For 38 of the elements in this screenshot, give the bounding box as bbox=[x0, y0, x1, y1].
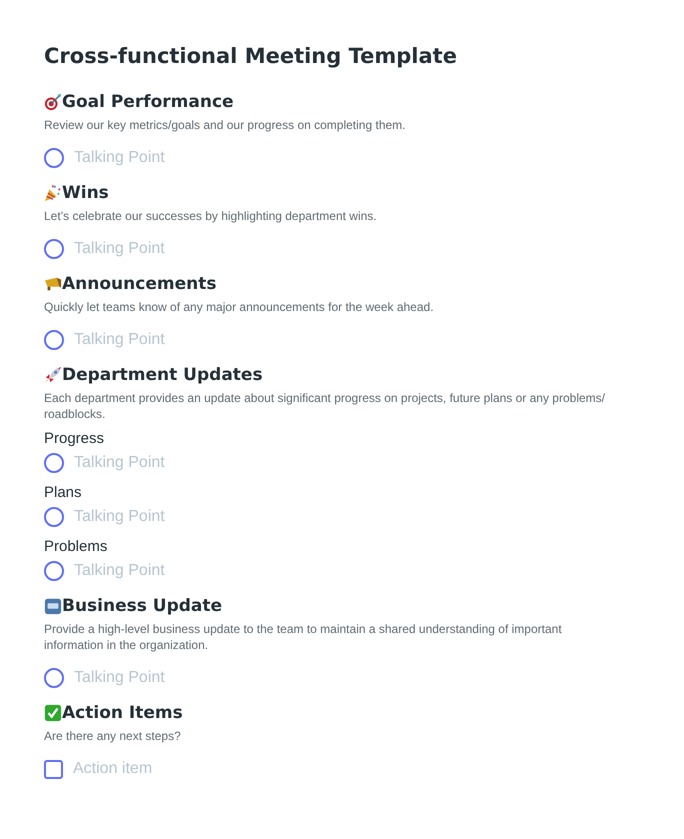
bullet-circle-icon[interactable] bbox=[44, 561, 64, 581]
section-heading: Action Items bbox=[62, 703, 183, 723]
document-title: Cross-functional Meeting Template bbox=[44, 44, 458, 68]
up-badge-icon bbox=[44, 597, 62, 615]
section-description: Review our key metrics/goals and our progress on completing them. bbox=[44, 117, 406, 133]
section-description: Let’s celebrate our successes by highlighting department wins. bbox=[44, 208, 378, 224]
section-description: Are there any next steps? bbox=[44, 728, 182, 744]
section-heading: Business Update bbox=[62, 596, 222, 616]
bullet-circle-icon[interactable] bbox=[44, 668, 64, 688]
section-heading: Wins bbox=[62, 183, 109, 203]
section-heading: Announcements bbox=[62, 274, 216, 294]
item-input-field[interactable]: Action item bbox=[73, 760, 373, 778]
check-mark-icon bbox=[44, 704, 62, 722]
rocket-icon bbox=[44, 366, 62, 384]
bullet-circle-icon[interactable] bbox=[44, 330, 64, 350]
bullet-circle-icon[interactable] bbox=[44, 453, 64, 473]
item-input-field[interactable]: Talking Point bbox=[74, 240, 374, 258]
checkbox[interactable] bbox=[44, 760, 63, 778]
subsection-label: Progress bbox=[44, 429, 106, 449]
target-icon bbox=[44, 93, 62, 111]
bullet-circle-icon[interactable] bbox=[44, 507, 64, 527]
item-input-field[interactable]: Talking Point bbox=[74, 669, 374, 687]
item-input-field[interactable]: Talking Point bbox=[74, 562, 374, 580]
subsection-label: Problems bbox=[44, 537, 108, 557]
item-input-field[interactable]: Talking Point bbox=[74, 331, 374, 349]
section-description: Quickly let teams know of any major announcements for the week ahead. bbox=[44, 299, 435, 315]
item-input-field[interactable]: Talking Point bbox=[74, 149, 374, 167]
bullet-circle-icon[interactable] bbox=[44, 239, 64, 259]
section-heading: Goal Performance bbox=[62, 92, 234, 112]
megaphone-icon bbox=[44, 275, 62, 293]
bullet-circle-icon[interactable] bbox=[44, 148, 64, 168]
section-description: Provide a high-level business update to the team to maintain a shared understanding of important information in the organization. bbox=[44, 621, 563, 653]
item-input-field[interactable]: Talking Point bbox=[74, 454, 374, 472]
item-input-field[interactable]: Talking Point bbox=[74, 508, 374, 526]
section-heading: Department Updates bbox=[62, 365, 263, 385]
section-description: Each department provides an update about significant progress on projects, future plans or any problems/ roadblocks. bbox=[44, 390, 606, 422]
party-popper-icon bbox=[44, 184, 62, 202]
subsection-label: Plans bbox=[44, 483, 83, 503]
